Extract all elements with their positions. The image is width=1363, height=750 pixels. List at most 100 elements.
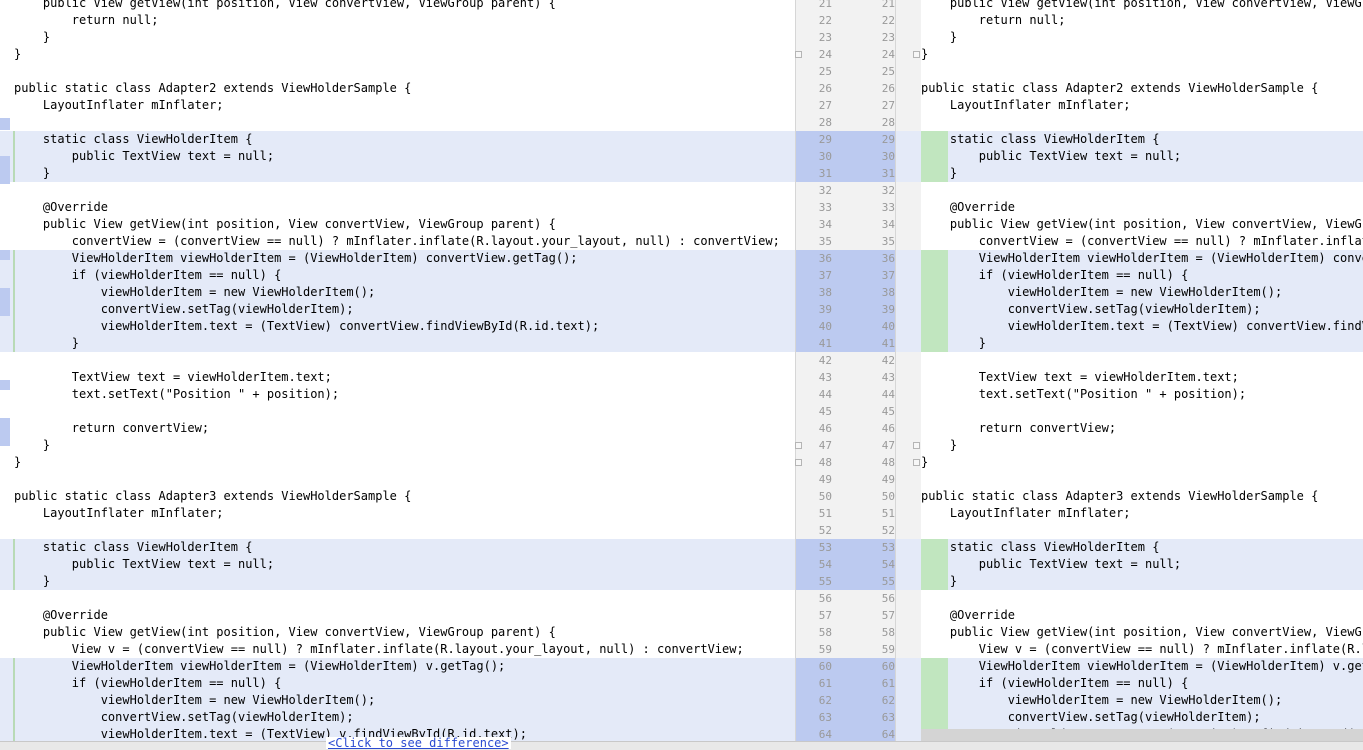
code-line[interactable]: viewHolderItem = new ViewHolderItem(); xyxy=(921,692,1363,709)
code-line[interactable]: } xyxy=(0,46,795,63)
code-line[interactable]: @Override xyxy=(921,199,1363,216)
code-line[interactable]: public TextView text = null; xyxy=(921,556,1363,573)
code-line[interactable]: } xyxy=(0,335,795,352)
code-line[interactable]: public View getView(int position, View c… xyxy=(0,0,795,12)
code-line[interactable]: public static class Adapter2 extends Vie… xyxy=(921,80,1363,97)
code-line[interactable]: LayoutInflater mInflater; xyxy=(921,505,1363,522)
code-line[interactable] xyxy=(921,403,1363,420)
code-line[interactable]: public TextView text = null; xyxy=(921,148,1363,165)
fold-marker-icon[interactable] xyxy=(795,459,802,466)
code-line[interactable]: ViewHolderItem viewHolderItem = (ViewHol… xyxy=(921,250,1363,267)
code-line[interactable]: @Override xyxy=(0,607,795,624)
code-line[interactable] xyxy=(0,522,795,539)
right-line-number: 36 xyxy=(881,252,895,265)
code-line[interactable]: return null; xyxy=(0,12,795,29)
code-line[interactable]: } xyxy=(921,29,1363,46)
code-line[interactable]: public static class Adapter2 extends Vie… xyxy=(0,80,795,97)
code-line[interactable]: public View getView(int position, View c… xyxy=(921,216,1363,233)
code-line[interactable]: TextView text = viewHolderItem.text; xyxy=(921,369,1363,386)
code-line[interactable]: convertView = (convertView == null) ? mI… xyxy=(921,233,1363,250)
code-line[interactable] xyxy=(921,471,1363,488)
code-line[interactable]: LayoutInflater mInflater; xyxy=(0,505,795,522)
code-line[interactable]: if (viewHolderItem == null) { xyxy=(0,267,795,284)
code-line[interactable]: if (viewHolderItem == null) { xyxy=(921,675,1363,692)
code-line[interactable]: static class ViewHolderItem { xyxy=(921,131,1363,148)
code-line[interactable]: convertView.setTag(viewHolderItem); xyxy=(0,709,795,726)
code-line[interactable]: public View getView(int position, View c… xyxy=(921,624,1363,641)
code-line[interactable] xyxy=(921,182,1363,199)
code-line[interactable]: public TextView text = null; xyxy=(0,148,795,165)
code-line[interactable]: LayoutInflater mInflater; xyxy=(921,97,1363,114)
code-line[interactable]: static class ViewHolderItem { xyxy=(0,539,795,556)
fold-marker-icon[interactable] xyxy=(913,459,920,466)
code-line[interactable]: convertView.setTag(viewHolderItem); xyxy=(0,301,795,318)
right-editor-pane[interactable]: public View getView(int position, View c… xyxy=(921,0,1363,749)
code-line[interactable]: } xyxy=(921,335,1363,352)
code-line[interactable]: ViewHolderItem viewHolderItem = (ViewHol… xyxy=(921,658,1363,675)
code-line[interactable]: text.setText("Position " + position); xyxy=(921,386,1363,403)
code-line[interactable] xyxy=(921,352,1363,369)
code-line[interactable]: return null; xyxy=(921,12,1363,29)
code-line[interactable]: public View getView(int position, View c… xyxy=(0,216,795,233)
code-line[interactable] xyxy=(0,182,795,199)
code-line[interactable]: viewHolderItem.text = (TextView) convert… xyxy=(0,318,795,335)
fold-marker-icon[interactable] xyxy=(913,51,920,58)
code-line[interactable]: } xyxy=(921,165,1363,182)
code-line[interactable]: } xyxy=(0,165,795,182)
code-line[interactable] xyxy=(921,63,1363,80)
fold-marker-icon[interactable] xyxy=(913,442,920,449)
code-line[interactable] xyxy=(0,114,795,131)
code-line[interactable]: } xyxy=(0,454,795,471)
code-line[interactable]: convertView.setTag(viewHolderItem); xyxy=(921,301,1363,318)
code-line[interactable]: } xyxy=(921,437,1363,454)
code-line[interactable]: ViewHolderItem viewHolderItem = (ViewHol… xyxy=(0,658,795,675)
fold-marker-icon[interactable] xyxy=(795,442,802,449)
code-line[interactable] xyxy=(921,522,1363,539)
code-line[interactable]: public static class Adapter3 extends Vie… xyxy=(921,488,1363,505)
code-line[interactable] xyxy=(0,352,795,369)
code-line[interactable] xyxy=(0,403,795,420)
code-line[interactable]: return convertView; xyxy=(0,420,795,437)
code-line[interactable]: viewHolderItem = new ViewHolderItem(); xyxy=(921,284,1363,301)
code-line[interactable]: View v = (convertView == null) ? mInflat… xyxy=(921,641,1363,658)
code-line[interactable] xyxy=(0,471,795,488)
code-line[interactable]: text.setText("Position " + position); xyxy=(0,386,795,403)
code-line[interactable] xyxy=(0,590,795,607)
code-line[interactable] xyxy=(921,590,1363,607)
change-marker xyxy=(0,288,10,316)
code-line[interactable] xyxy=(921,114,1363,131)
code-line[interactable]: viewHolderItem = new ViewHolderItem(); xyxy=(0,692,795,709)
code-line[interactable]: viewHolderItem = new ViewHolderItem(); xyxy=(0,284,795,301)
code-line[interactable]: TextView text = viewHolderItem.text; xyxy=(0,369,795,386)
code-line[interactable]: public View getView(int position, View c… xyxy=(0,624,795,641)
code-line[interactable]: static class ViewHolderItem { xyxy=(0,131,795,148)
code-line[interactable]: } xyxy=(921,573,1363,590)
click-to-see-difference-link[interactable]: <Click to see difference> xyxy=(326,737,511,749)
code-line[interactable]: static class ViewHolderItem { xyxy=(921,539,1363,556)
code-line[interactable]: public View getView(int position, View c… xyxy=(921,0,1363,12)
code-line[interactable]: convertView = (convertView == null) ? mI… xyxy=(0,233,795,250)
code-line[interactable]: if (viewHolderItem == null) { xyxy=(921,267,1363,284)
code-line[interactable]: LayoutInflater mInflater; xyxy=(0,97,795,114)
code-line[interactable]: return convertView; xyxy=(921,420,1363,437)
left-editor-pane[interactable]: public View getView(int position, View c… xyxy=(0,0,795,749)
code-line[interactable]: } xyxy=(0,437,795,454)
code-line[interactable]: } xyxy=(921,46,1363,63)
code-line[interactable] xyxy=(0,63,795,80)
code-line[interactable]: ViewHolderItem viewHolderItem = (ViewHol… xyxy=(0,250,795,267)
fold-marker-icon[interactable] xyxy=(795,51,802,58)
code-line[interactable]: @Override xyxy=(921,607,1363,624)
right-line-number: 54 xyxy=(881,558,895,571)
code-line[interactable]: View v = (convertView == null) ? mInflat… xyxy=(0,641,795,658)
code-line[interactable]: } xyxy=(921,454,1363,471)
code-line[interactable]: @Override xyxy=(0,199,795,216)
code-text: ViewHolderItem viewHolderItem = (ViewHol… xyxy=(978,659,1363,673)
code-line[interactable]: } xyxy=(0,29,795,46)
horizontal-scrollbar-thumb[interactable] xyxy=(921,729,1363,741)
code-line[interactable]: if (viewHolderItem == null) { xyxy=(0,675,795,692)
code-line[interactable]: } xyxy=(0,573,795,590)
code-line[interactable]: convertView.setTag(viewHolderItem); xyxy=(921,709,1363,726)
code-line[interactable]: public TextView text = null; xyxy=(0,556,795,573)
code-line[interactable]: public static class Adapter3 extends Vie… xyxy=(0,488,795,505)
code-line[interactable]: viewHolderItem.text = (TextView) convert… xyxy=(921,318,1363,335)
